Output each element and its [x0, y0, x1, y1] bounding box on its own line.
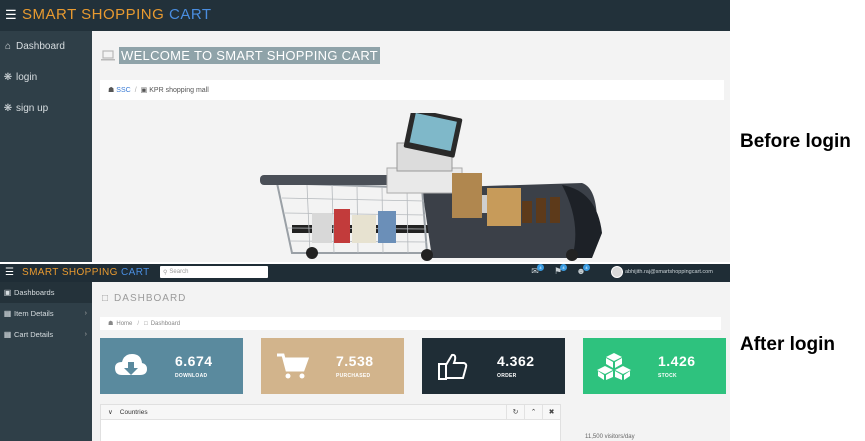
breadcrumb-current: ▣ KPR shopping mall: [140, 86, 209, 95]
page-title: DASHBOARD: [114, 293, 187, 304]
sidebar-item-login[interactable]: ❋ login: [0, 62, 92, 93]
stat-value: 6.674: [175, 353, 213, 369]
page-title-bar: WELCOME TO SMART SHOPPING CART: [101, 47, 381, 64]
breadcrumb-separator: /: [137, 320, 140, 327]
laptop-icon: ▣: [140, 87, 148, 94]
sidebar-item-dashboards[interactable]: ▣ Dashboards: [0, 282, 92, 303]
breadcrumb-current: Dashboard: [150, 320, 181, 327]
breadcrumb-home[interactable]: Home: [116, 321, 132, 327]
notification-badge: 4: [560, 264, 567, 271]
header-notification-icons: ✉ 4 ⚑ 4 ☻ 4: [528, 264, 590, 277]
chevron-right-icon: ›: [84, 331, 87, 338]
user-email: abhijith.raj@smartshoppingcart.com: [625, 269, 713, 275]
flag-icon[interactable]: ⚑ 4: [551, 264, 567, 277]
breadcrumb-current-label: KPR shopping mall: [149, 86, 209, 94]
close-icon[interactable]: ✖: [542, 405, 560, 420]
stat-label: PURCHASED: [336, 373, 371, 379]
stat-value: 1.426: [658, 353, 696, 369]
brand-text-1: SMART SHOPPING: [22, 6, 165, 23]
brand-text-2: CART: [121, 267, 150, 278]
widget-header: ∨ Countries ↻ ⌃ ✖: [101, 405, 560, 420]
gear-icon: ❋: [3, 103, 13, 114]
brand-logo[interactable]: SMART SHOPPING CART: [22, 6, 212, 23]
stat-value: 7.538: [336, 353, 374, 369]
sidebar-item-dashboard[interactable]: ⌂ Dashboard: [0, 31, 92, 62]
hamburger-icon[interactable]: ☰: [5, 8, 17, 21]
dashboard-icon: ▣: [3, 288, 12, 297]
widget-toolbar: ↻ ⌃ ✖: [506, 405, 560, 420]
collapse-icon[interactable]: ⌃: [524, 405, 542, 420]
sidebar-item-label: sign up: [16, 103, 49, 114]
breadcrumb-home-label: SSC: [116, 86, 131, 94]
home-icon: ☗: [108, 87, 115, 94]
notification-badge: 4: [537, 264, 544, 271]
laptop-icon: □: [144, 320, 148, 327]
page-title: WELCOME TO SMART SHOPPING CART: [119, 47, 381, 64]
stat-value: 4.362: [497, 353, 535, 369]
search-placeholder: Search: [169, 269, 189, 275]
before-login-screenshot: ☰ SMART SHOPPING CART ⌂ Dashboard ❋ logi…: [0, 0, 730, 262]
shopping-cart-image: [260, 113, 602, 261]
countries-widget: ∨ Countries ↻ ⌃ ✖: [100, 404, 561, 441]
cart-icon: [277, 353, 309, 379]
breadcrumb-home[interactable]: ☗ SSC: [108, 86, 131, 95]
search-input[interactable]: ⚲ Search: [160, 266, 268, 278]
stat-cards: 6.674 DOWNLOAD 7.538 PURCHASED 4.362 ORD…: [100, 338, 726, 394]
stat-card-stock[interactable]: 1.426 STOCK: [583, 338, 726, 394]
stat-label: ORDER: [497, 373, 517, 379]
notification-badge: 4: [583, 264, 590, 271]
stat-label: STOCK: [658, 373, 677, 379]
sidebar-item-label: Dashboard: [16, 41, 65, 52]
table-icon: ▦: [3, 330, 12, 339]
top-navbar: ☰ SMART SHOPPING CART ⚲ Search ✉ 4 ⚑ 4 ☻ 4 …: [0, 264, 730, 282]
home-icon: ⌂: [4, 41, 12, 52]
thumbs-up-icon: [438, 353, 468, 380]
table-icon: ▦: [3, 309, 12, 318]
widget-title: Countries: [119, 408, 148, 416]
main-content: □ DASHBOARD ☗ Home / □ Dashboard 6.674 D…: [92, 282, 730, 441]
envelope-icon[interactable]: ✉ 4: [528, 264, 544, 277]
before-login-label: Before login: [740, 131, 851, 152]
stat-label: DOWNLOAD: [175, 373, 208, 379]
search-icon: ⚲: [163, 269, 168, 276]
brand-text-1: SMART SHOPPING: [22, 267, 118, 278]
users-icon[interactable]: ☻ 4: [574, 264, 590, 277]
avatar: [611, 266, 623, 278]
sidebar-item-label: Cart Details: [14, 330, 54, 339]
cloud-download-icon: [115, 354, 147, 375]
cubes-icon: [597, 353, 631, 380]
sidebar: ⌂ Dashboard ❋ login ❋ sign up: [0, 31, 92, 262]
sidebar: ▣ Dashboards ▦ Item Details › ▦ Cart Det…: [0, 282, 92, 441]
home-icon: ☗: [108, 321, 114, 327]
sidebar-item-label: login: [16, 72, 38, 83]
chevron-right-icon: ›: [84, 310, 87, 317]
brand-logo[interactable]: SMART SHOPPING CART: [22, 267, 150, 278]
laptop-icon: [101, 48, 119, 64]
top-navbar: ☰ SMART SHOPPING CART: [0, 0, 730, 31]
sidebar-item-item-details[interactable]: ▦ Item Details ›: [0, 303, 92, 324]
user-menu[interactable]: abhijith.raj@smartshoppingcart.com: [611, 266, 713, 278]
sidebar-item-label: Dashboards: [14, 288, 55, 297]
breadcrumb-separator: /: [134, 86, 137, 94]
after-login-label: After login: [740, 334, 835, 355]
stat-card-order[interactable]: 4.362 ORDER: [422, 338, 565, 394]
breadcrumb: ☗ Home / □ Dashboard: [100, 317, 721, 330]
main-content: WELCOME TO SMART SHOPPING CART ☗ SSC / ▣…: [92, 31, 730, 262]
refresh-icon[interactable]: ↻: [506, 405, 524, 420]
laptop-icon: □: [102, 293, 109, 304]
brand-text-2: CART: [168, 6, 212, 23]
visitors-stat: 11,500 visitors/day: [585, 434, 635, 440]
page-title-bar: □ DASHBOARD: [102, 293, 186, 304]
hamburger-icon[interactable]: ☰: [5, 267, 14, 278]
breadcrumb: ☗ SSC / ▣ KPR shopping mall: [100, 80, 724, 100]
after-login-screenshot: ☰ SMART SHOPPING CART ⚲ Search ✉ 4 ⚑ 4 ☻ 4 …: [0, 264, 730, 441]
stat-card-download[interactable]: 6.674 DOWNLOAD: [100, 338, 243, 394]
chevron-down-icon[interactable]: ∨: [108, 408, 113, 416]
stat-card-purchased[interactable]: 7.538 PURCHASED: [261, 338, 404, 394]
sidebar-item-cart-details[interactable]: ▦ Cart Details ›: [0, 324, 92, 345]
sidebar-item-label: Item Details: [14, 309, 54, 318]
sidebar-item-sign-up[interactable]: ❋ sign up: [0, 93, 92, 124]
gear-icon: ❋: [3, 72, 13, 83]
